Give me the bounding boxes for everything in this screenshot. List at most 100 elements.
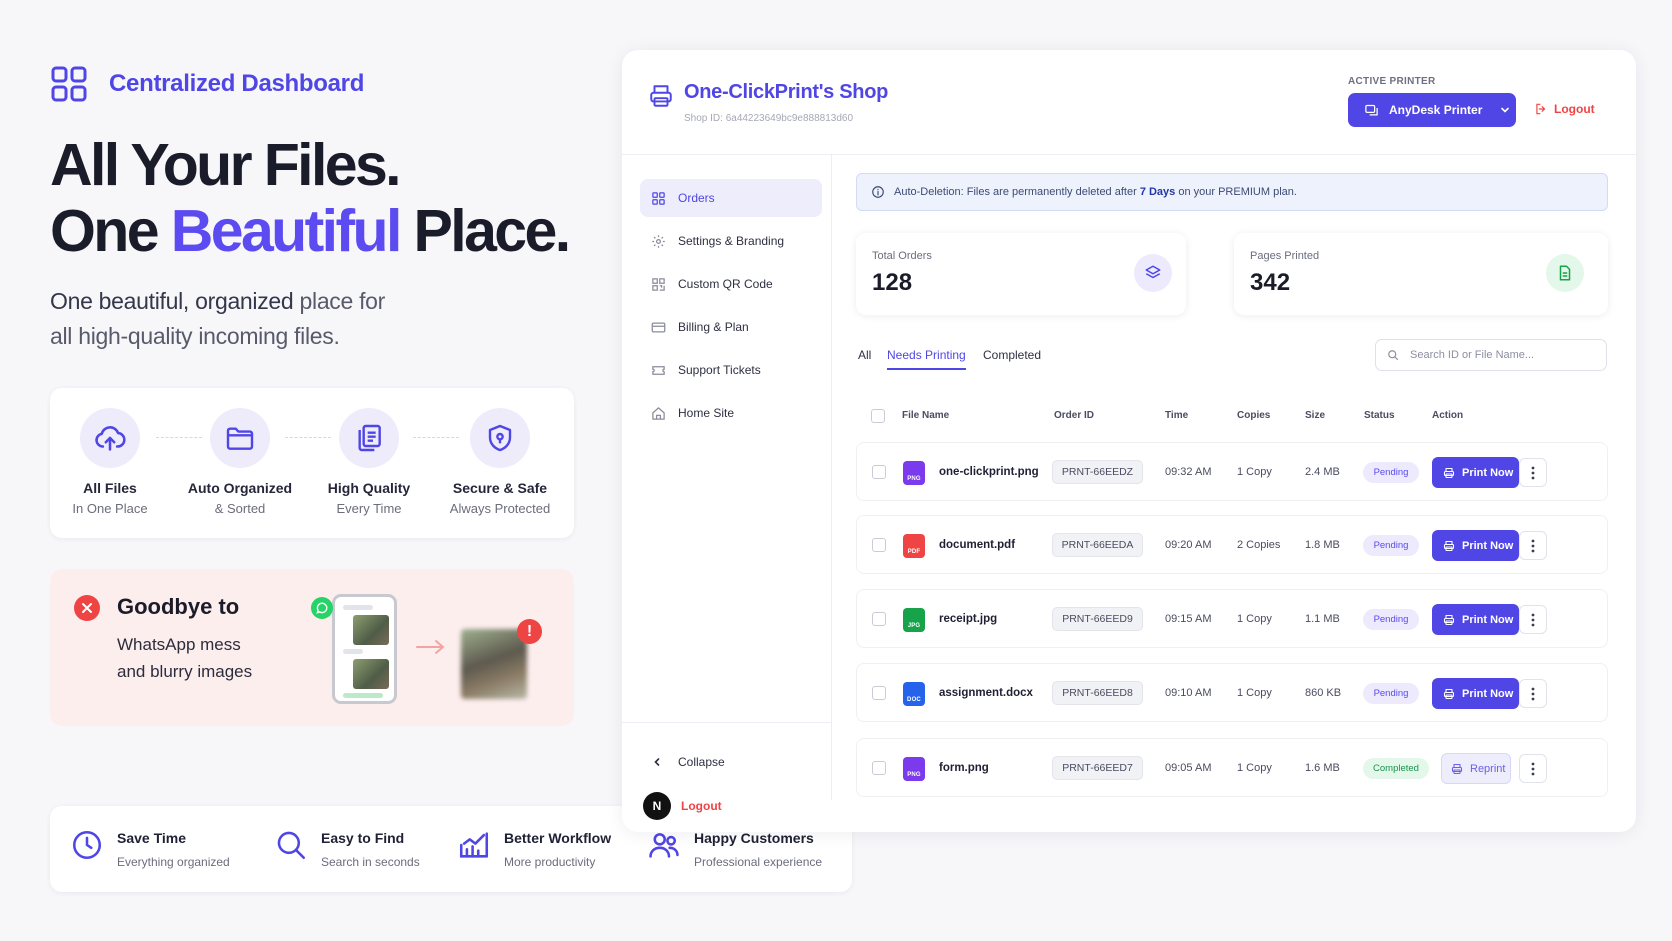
file-type-label: JPG	[907, 623, 921, 629]
printer-switch-icon	[1365, 104, 1378, 115]
search-icon	[277, 831, 306, 860]
chevron-down-icon	[1501, 107, 1510, 113]
header-logout-label: Logout	[1554, 102, 1595, 116]
feature-subtitle: Every Time	[336, 501, 402, 516]
sidebar-item-home-site[interactable]: Home Site	[640, 394, 822, 432]
file-size: 1.8 MB	[1305, 539, 1340, 551]
feature-icon-circle	[80, 408, 140, 468]
header-logout-button[interactable]: Logout	[1534, 102, 1595, 116]
sidebar-item-qr-code[interactable]: Custom QR Code	[640, 265, 822, 303]
users-icon	[649, 833, 679, 858]
row-checkbox[interactable]	[872, 761, 886, 775]
more-options-button[interactable]	[1519, 458, 1547, 487]
benefit-subtitle: Professional experience	[694, 855, 823, 869]
tab-completed[interactable]: Completed	[983, 348, 1041, 368]
print-now-button[interactable]: Print Now	[1432, 530, 1519, 561]
shop-id: Shop ID: 6a44223649bc9e888813d60	[684, 113, 854, 124]
benefit-title: Easy to Find	[321, 830, 405, 846]
arrow-right-icon	[416, 640, 445, 654]
stat-label: Total Orders	[872, 250, 932, 262]
sidebar-item-support[interactable]: Support Tickets	[640, 351, 822, 389]
column-header: File Name	[902, 410, 950, 421]
sidebar-divider	[622, 722, 832, 723]
printer-select[interactable]: AnyDesk Printer	[1348, 93, 1516, 127]
kebab-menu-icon	[1531, 466, 1535, 479]
stat-icon-circle	[1134, 254, 1172, 292]
sidebar-item-billing[interactable]: Billing & Plan	[640, 308, 822, 346]
file-type-icon: DOC	[903, 682, 925, 706]
hero-line-2: One Beautiful Place.	[50, 198, 571, 264]
phone-line	[343, 693, 383, 698]
table-row: PNG one-clickprint.png PRNT-66EEDZ 09:32 AM…	[856, 442, 1608, 501]
alert-text-bold: 7 Days	[1139, 186, 1176, 198]
file-size: 860 KB	[1305, 687, 1342, 699]
row-checkbox[interactable]	[872, 538, 886, 552]
benefit-text: Better Workflow More productivity	[504, 828, 611, 869]
more-options-button[interactable]	[1519, 605, 1547, 634]
tab-all[interactable]: All	[858, 348, 871, 368]
goodbye-card: Goodbye to WhatsApp mess and blurry imag…	[50, 569, 574, 726]
more-options-button[interactable]	[1519, 531, 1547, 560]
benefit-save-time: Save Time Everything organized	[70, 828, 230, 869]
order-time: 09:20 AM	[1165, 539, 1212, 551]
benefit-subtitle: Everything organized	[117, 855, 230, 869]
print-now-button[interactable]: Print Now	[1432, 604, 1519, 635]
benefit-workflow: Better Workflow More productivity	[457, 828, 611, 869]
collapse-button[interactable]: Collapse	[652, 755, 725, 769]
column-header: Status	[1364, 410, 1395, 421]
status-badge: Pending	[1363, 683, 1419, 704]
home-icon	[652, 406, 665, 420]
column-header: Time	[1165, 410, 1189, 421]
shop-name: One-ClickPrint's Shop	[684, 81, 889, 103]
stat-pages-printed: Pages Printed 342	[1234, 233, 1608, 315]
sidebar-item-settings[interactable]: Settings & Branding	[640, 222, 822, 260]
order-copies: 1 Copy	[1237, 613, 1272, 625]
benefit-text: Easy to Find Search in seconds	[321, 828, 420, 869]
file-type-label: PNG	[907, 476, 921, 482]
sidebar-logout-button[interactable]: N Logout	[643, 792, 722, 820]
active-printer-label: ACTIVE PRINTER	[1348, 76, 1436, 87]
print-now-button[interactable]: Print Now	[1432, 457, 1519, 488]
action-label: Print Now	[1462, 539, 1514, 552]
order-id: PRNT-66EED7	[1052, 756, 1143, 780]
blurry-photo	[461, 629, 527, 699]
row-checkbox[interactable]	[872, 465, 886, 479]
goodbye-line-1: WhatsApp mess	[117, 635, 241, 654]
sidebar-item-orders[interactable]: Orders	[640, 179, 822, 217]
chart-icon	[459, 832, 489, 858]
more-options-button[interactable]	[1519, 679, 1547, 708]
search-icon	[1388, 350, 1399, 361]
file-name: assignment.docx	[939, 687, 1033, 699]
file-type-icon: PNG	[903, 757, 925, 781]
row-checkbox[interactable]	[872, 612, 886, 626]
hero-line-1: All Your Files.	[50, 132, 402, 198]
more-options-button[interactable]	[1519, 754, 1547, 783]
row-checkbox[interactable]	[872, 686, 886, 700]
benefit-text: Happy Customers Professional experience	[694, 828, 822, 869]
order-copies: 1 Copy	[1237, 687, 1272, 699]
reprint-button[interactable]: Reprint	[1441, 753, 1511, 784]
kebab-menu-icon	[1531, 762, 1535, 775]
printer-icon	[1443, 688, 1455, 699]
clock-icon	[72, 830, 102, 860]
column-header: Action	[1432, 410, 1464, 421]
hero-sub-rest: place for	[293, 288, 386, 314]
app-header: One-ClickPrint's Shop Shop ID: 6a4422364…	[622, 50, 1636, 155]
select-all-checkbox[interactable]	[871, 409, 885, 423]
file-type-icon: PNG	[903, 461, 925, 485]
file-type-label: PNG	[907, 772, 921, 778]
kebab-menu-icon	[1531, 539, 1535, 552]
feature-subtitle: In One Place	[72, 501, 148, 516]
feature-icon-circle	[470, 408, 530, 468]
avatar: N	[643, 792, 671, 820]
file-type-icon: PDF	[903, 534, 925, 558]
kebab-menu-icon	[1531, 613, 1535, 626]
sidebar: Orders Settings & Branding Custom QR Cod…	[622, 155, 832, 820]
search-input[interactable]	[1410, 349, 1580, 361]
feature-title: Auto Organized	[187, 480, 293, 496]
print-now-button[interactable]: Print Now	[1432, 678, 1519, 709]
table-row: DOC assignment.docx PRNT-66EED8 09:10 AM 1 C…	[856, 663, 1608, 722]
hero-title: All Your Files. One Beautiful Place.	[50, 132, 571, 264]
tab-needs-printing[interactable]: Needs Printing	[887, 348, 966, 370]
brand-header: Centralized Dashboard	[51, 66, 364, 102]
